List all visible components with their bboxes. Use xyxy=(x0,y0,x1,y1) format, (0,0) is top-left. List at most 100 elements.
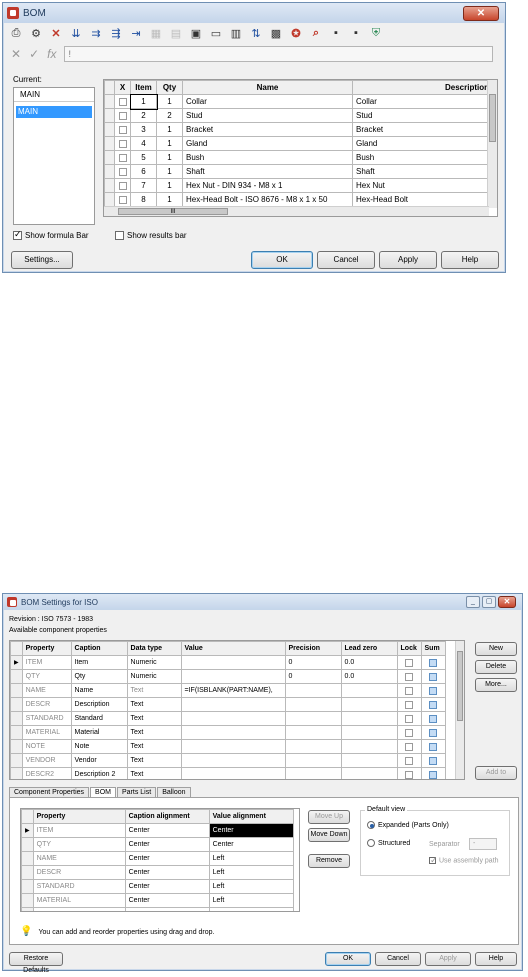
col-sum[interactable]: Sum xyxy=(420,641,446,656)
property-cell[interactable]: DESCR xyxy=(21,697,72,712)
row-checkbox-cell[interactable] xyxy=(114,122,131,137)
qty-cell[interactable]: 1 xyxy=(156,150,183,165)
precision-cell[interactable]: 0 xyxy=(284,655,342,670)
zoom-icon[interactable]: ⌕ xyxy=(309,26,323,40)
bom-property-cell[interactable]: DESCR xyxy=(32,865,126,880)
col-value-alignment[interactable]: Value alignment xyxy=(208,809,294,824)
caption-cell[interactable]: Standard xyxy=(70,711,128,726)
row-indicator[interactable] xyxy=(10,711,23,726)
row-checkbox-cell[interactable] xyxy=(114,108,131,123)
sum-cell[interactable] xyxy=(420,725,446,740)
data-type-cell[interactable]: Numeric xyxy=(126,655,182,670)
table-row[interactable]: ▶ ITEM Center Center xyxy=(21,823,294,838)
lock-checkbox[interactable] xyxy=(405,770,414,779)
data-type-cell[interactable]: Text xyxy=(126,711,182,726)
property-cell[interactable]: MATERIAL xyxy=(21,725,72,740)
qty-cell[interactable]: 1 xyxy=(156,122,183,137)
table-row[interactable]: QTY Center Center xyxy=(21,837,294,852)
bom-property-cell[interactable]: ITEM xyxy=(32,823,126,838)
sum-checkbox[interactable] xyxy=(429,770,438,779)
save-icon[interactable]: ▪ xyxy=(349,26,363,40)
use-assembly-path-checkbox[interactable] xyxy=(429,855,438,866)
print-icon[interactable]: ⎙ xyxy=(9,26,23,40)
table-row[interactable]: MATERIAL Material Text xyxy=(10,725,446,740)
table-row[interactable]: 4 1 Gland Gland xyxy=(104,136,493,151)
row-indicator[interactable] xyxy=(10,697,23,712)
more-button[interactable]: More... xyxy=(475,678,517,692)
caption-alignment-cell[interactable]: Center xyxy=(124,823,210,838)
table-row[interactable]: 1 1 Collar Collar xyxy=(104,93,493,110)
data-type-cell[interactable]: Text xyxy=(126,697,182,712)
value-cell[interactable] xyxy=(180,739,286,754)
item-cell[interactable]: 8 xyxy=(130,192,157,207)
lock-cell[interactable] xyxy=(396,669,422,684)
caption-cell[interactable]: Description xyxy=(70,697,128,712)
name-cell[interactable]: Shaft xyxy=(182,164,353,179)
row-header[interactable] xyxy=(104,178,115,193)
col-bom-property[interactable]: Property xyxy=(32,809,126,824)
lock-checkbox[interactable] xyxy=(405,686,414,695)
settings-maximize-button[interactable]: ▢ xyxy=(482,596,496,608)
caption-alignment-cell[interactable]: Center xyxy=(124,865,210,880)
bom-property-cell[interactable]: NAME xyxy=(32,851,126,866)
col-caption[interactable]: Caption xyxy=(70,641,128,656)
sum-checkbox[interactable] xyxy=(429,658,438,667)
lock-cell[interactable] xyxy=(396,753,422,768)
col-value[interactable]: Value xyxy=(180,641,286,656)
help-button[interactable]: Help xyxy=(441,251,499,269)
table-row[interactable]: NAME Center Left xyxy=(21,851,294,866)
lead-zero-cell[interactable] xyxy=(340,753,398,768)
precision-cell[interactable] xyxy=(284,753,342,768)
data-type-cell[interactable]: Numeric xyxy=(126,669,182,684)
value-cell[interactable] xyxy=(180,725,286,740)
col-item[interactable]: Item xyxy=(130,80,157,95)
property-cell[interactable]: VENDOR xyxy=(21,753,72,768)
lock-checkbox[interactable] xyxy=(405,700,414,709)
settings-minimize-button[interactable]: _ xyxy=(466,596,480,608)
caption-cell[interactable]: Material xyxy=(70,725,128,740)
row-checkbox[interactable] xyxy=(118,139,127,148)
row-indicator[interactable] xyxy=(21,893,34,908)
cancel-button[interactable]: Cancel xyxy=(317,251,375,269)
tab-balloon[interactable]: Balloon xyxy=(157,787,191,797)
bom-property-cell[interactable]: QTY xyxy=(32,837,126,852)
table-row[interactable]: DIMCenterRight xyxy=(21,907,294,911)
value-alignment-cell[interactable]: Left xyxy=(208,851,294,866)
export-icon[interactable]: ▪ xyxy=(329,26,343,40)
caption-alignment-cell[interactable]: Center xyxy=(124,851,210,866)
row-indicator[interactable] xyxy=(10,683,23,698)
caption-cell[interactable]: Qty xyxy=(70,669,128,684)
shield-icon[interactable]: ⛨ xyxy=(369,26,383,40)
restore-defaults-button[interactable]: Restore Defaults xyxy=(9,952,63,974)
table-row[interactable]: VENDOR Vendor Text xyxy=(10,753,446,768)
precision-cell[interactable] xyxy=(284,767,342,779)
bom-property-cell[interactable]: MATERIAL xyxy=(32,893,126,908)
caption-cell[interactable]: Vendor xyxy=(70,753,128,768)
row-indicator[interactable] xyxy=(21,879,34,894)
row-checkbox[interactable] xyxy=(118,153,127,162)
bom-property-cell[interactable]: DIM xyxy=(32,907,126,911)
row-checkbox-cell[interactable] xyxy=(114,164,131,179)
sum-cell[interactable] xyxy=(420,739,446,754)
value-cell[interactable] xyxy=(180,767,286,779)
sum-cell[interactable] xyxy=(420,753,446,768)
lead-zero-cell[interactable] xyxy=(340,711,398,726)
row-checkbox-cell[interactable] xyxy=(114,150,131,165)
description-cell[interactable]: Bracket xyxy=(352,122,493,137)
bom-hscroll-thumb[interactable]: III xyxy=(118,208,228,215)
table-row[interactable]: ▶ ITEM Item Numeric 0 0.0 xyxy=(10,655,446,670)
row-indicator[interactable] xyxy=(10,739,23,754)
value-cell[interactable]: =IF(ISBLANK(PART:NAME), xyxy=(180,683,286,698)
settings-close-button[interactable]: ✕ xyxy=(498,596,516,608)
name-cell[interactable]: Collar xyxy=(182,94,353,109)
caption-alignment-cell[interactable]: Center xyxy=(124,837,210,852)
item-cell[interactable]: 4 xyxy=(130,136,157,151)
row-indicator[interactable] xyxy=(21,837,34,852)
remove-button[interactable]: Remove xyxy=(308,854,350,868)
settings-help-button[interactable]: Help xyxy=(475,952,517,966)
lock-cell[interactable] xyxy=(396,725,422,740)
description-cell[interactable]: Hex Nut xyxy=(352,178,493,193)
lead-zero-cell[interactable]: 0.0 xyxy=(340,655,398,670)
table-row[interactable]: 3 1 Bracket Bracket xyxy=(104,122,493,137)
formula-input[interactable]: ! xyxy=(64,46,493,62)
